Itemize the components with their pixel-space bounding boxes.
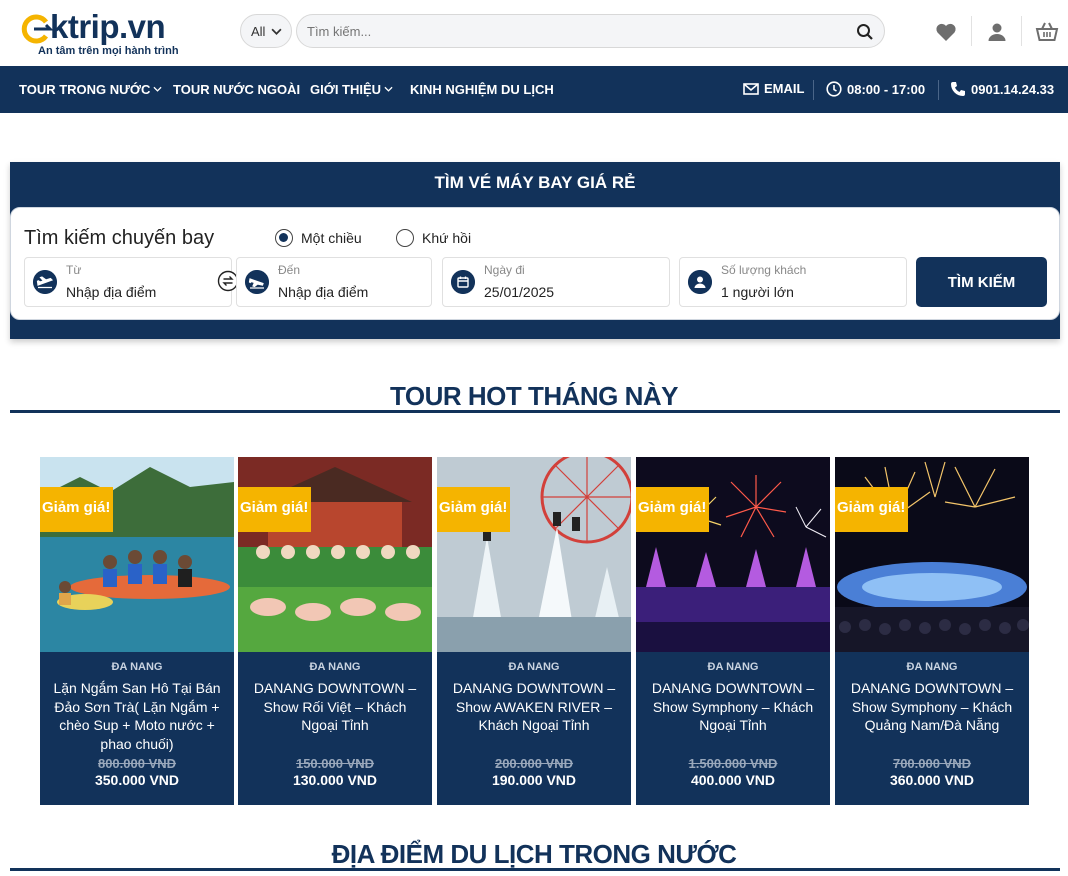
plane-takeoff-icon — [33, 270, 57, 294]
main-nav: TOUR TRONG NƯỚC TOUR NƯỚC NGOÀI GIỚI THI… — [0, 66, 1068, 113]
tour-name[interactable]: Lặn Ngắm San Hô Tại Bán Đảo Sơn Trà( Lặn… — [48, 679, 226, 753]
search-box — [296, 14, 885, 48]
user-icon[interactable] — [985, 20, 1009, 44]
date-label: Ngày đi — [484, 263, 525, 277]
tour-price: 400.000 VND — [690, 772, 776, 788]
nav-divider — [813, 80, 814, 100]
sale-badge: Giảm giá! — [835, 487, 909, 532]
radio-round-trip[interactable]: Khứ hồi — [396, 229, 471, 247]
search-input[interactable] — [307, 15, 847, 47]
flight-search-button[interactable]: TÌM KIẾM — [916, 257, 1047, 307]
section-underline — [10, 868, 1060, 871]
basket-icon[interactable] — [1035, 20, 1059, 44]
tour-name[interactable]: DANANG DOWNTOWN – Show Rối Việt – Khách … — [246, 679, 424, 735]
sale-badge: Giảm giá! — [636, 487, 710, 532]
tour-card[interactable]: Giảm giá! ĐA NANG DANANG DOWNTOWN – Show… — [437, 457, 631, 805]
chevron-down-icon — [384, 86, 393, 92]
site-logo[interactable]: ktrip.vn An tâm trên mọi hành trình — [20, 8, 205, 58]
from-field[interactable]: Từ Nhập địa điểm — [24, 257, 232, 307]
radio-dot — [396, 229, 414, 247]
flight-search-box: TÌM VÉ MÁY BAY GIÁ RẺ Tìm kiếm chuyến ba… — [10, 162, 1060, 339]
sale-badge: Giảm giá! — [238, 487, 312, 532]
tour-card[interactable]: Giảm giá! ĐA NANG Lặn Ngắm San Hô Tại Bá… — [40, 457, 234, 805]
passenger-label: Số lượng khách — [721, 263, 807, 277]
category-select-value: All — [251, 24, 266, 39]
nav-item-gioi-thieu[interactable]: GIỚI THIỆU — [310, 82, 393, 97]
logo-mark-icon — [21, 14, 54, 44]
header-divider — [1021, 16, 1022, 46]
category-select[interactable]: All — [240, 14, 292, 48]
nav-item-label: GIỚI THIỆU — [310, 82, 382, 97]
from-label: Từ — [66, 263, 82, 277]
radio-dot-checked — [275, 229, 293, 247]
tour-old-price: 1.500.000 VND — [688, 756, 778, 771]
sale-badge: Giảm giá! — [40, 487, 114, 532]
domestic-destinations-title: ĐỊA ĐIỂM DU LỊCH TRONG NƯỚC — [331, 839, 737, 869]
nav-divider — [938, 80, 939, 100]
heart-icon[interactable] — [934, 20, 958, 44]
tour-category[interactable]: ĐA NANG — [40, 661, 234, 673]
passenger-value: 1 người lớn — [721, 284, 794, 300]
from-value: Nhập địa điểm — [66, 284, 157, 300]
tour-name[interactable]: DANANG DOWNTOWN – Show Symphony – Khách … — [843, 679, 1021, 735]
radio-one-way[interactable]: Một chiều — [275, 229, 362, 247]
person-icon — [688, 270, 712, 294]
flight-search-title: TÌM VÉ MÁY BAY GIÁ RẺ — [434, 173, 636, 192]
logo-text: ktrip.vn — [50, 8, 166, 45]
tour-name[interactable]: DANANG DOWNTOWN – Show AWAKEN RIVER – Kh… — [445, 679, 623, 735]
tour-category[interactable]: ĐA NANG — [835, 661, 1029, 673]
nav-hours: 08:00 - 17:00 — [826, 81, 925, 97]
tour-old-price: 150.000 VND — [295, 756, 375, 771]
tour-card[interactable]: Giảm giá! ĐA NANG DANANG DOWNTOWN – Show… — [835, 457, 1029, 805]
calendar-icon — [451, 270, 475, 294]
logo-tagline: An tâm trên mọi hành trình — [38, 45, 179, 57]
nav-phone-label: 0901.14.24.33 — [971, 82, 1055, 97]
radio-round-trip-label: Khứ hồi — [422, 230, 472, 246]
nav-email[interactable]: EMAIL — [743, 81, 804, 96]
date-field[interactable]: Ngày đi 25/01/2025 — [442, 257, 670, 307]
date-value: 25/01/2025 — [484, 284, 555, 300]
tour-old-price: 700.000 VND — [892, 756, 972, 771]
nav-email-label: EMAIL — [764, 81, 805, 96]
envelope-icon — [743, 83, 759, 95]
phone-icon — [951, 82, 965, 96]
tour-name[interactable]: DANANG DOWNTOWN – Show Symphony – Khách … — [644, 679, 822, 735]
plane-landing-icon — [245, 270, 269, 294]
tour-price: 130.000 VND — [292, 772, 378, 788]
nav-hours-label: 08:00 - 17:00 — [847, 82, 926, 97]
tour-old-price: 800.000 VND — [97, 756, 177, 771]
clock-icon — [826, 81, 842, 97]
to-field[interactable]: Đến Nhập địa điểm — [236, 257, 432, 307]
sale-badge: Giảm giá! — [437, 487, 511, 532]
to-value: Nhập địa điểm — [278, 284, 369, 300]
tour-price: 190.000 VND — [491, 772, 577, 788]
header-divider — [971, 16, 972, 46]
flight-panel-title: Tìm kiếm chuyến bay — [24, 227, 215, 249]
nav-item-label: KINH NGHIỆM DU LỊCH — [410, 82, 554, 97]
chevron-down-icon — [271, 28, 282, 35]
tour-price: 350.000 VND — [94, 772, 180, 788]
section-underline — [10, 410, 1060, 413]
radio-one-way-label: Một chiều — [301, 230, 362, 246]
nav-item-tour-nuoc-ngoai[interactable]: TOUR NƯỚC NGOÀI — [173, 82, 300, 97]
tour-category[interactable]: ĐA NANG — [636, 661, 830, 673]
nav-item-kinh-nghiem-du-lich[interactable]: KINH NGHIỆM DU LỊCH — [410, 82, 554, 97]
nav-item-label: TOUR NƯỚC NGOÀI — [173, 82, 301, 97]
tour-category[interactable]: ĐA NANG — [437, 661, 631, 673]
tour-old-price: 200.000 VND — [494, 756, 574, 771]
site-header: ktrip.vn An tâm trên mọi hành trình All — [0, 0, 1068, 66]
to-label: Đến — [278, 263, 301, 277]
search-icon[interactable] — [856, 23, 874, 41]
nav-item-tour-trong-nuoc[interactable]: TOUR TRONG NƯỚC — [19, 82, 162, 97]
tour-card[interactable]: Giảm giá! ĐA NANG DANANG DOWNTOWN – Show… — [238, 457, 432, 805]
hot-tours-title: TOUR HOT THÁNG NÀY — [389, 381, 679, 411]
passenger-field[interactable]: Số lượng khách 1 người lớn — [679, 257, 907, 307]
nav-item-label: TOUR TRONG NƯỚC — [19, 82, 151, 97]
tour-price: 360.000 VND — [889, 772, 975, 788]
chevron-down-icon — [153, 86, 162, 92]
nav-phone[interactable]: 0901.14.24.33 — [950, 81, 1054, 97]
tour-card[interactable]: Giảm giá! ĐA NANG DANANG DOWNTOWN – Show… — [636, 457, 830, 805]
flight-search-panel: Tìm kiếm chuyến bay Một chiều Khứ hồi Từ… — [10, 207, 1060, 320]
tour-category[interactable]: ĐA NANG — [238, 661, 432, 673]
